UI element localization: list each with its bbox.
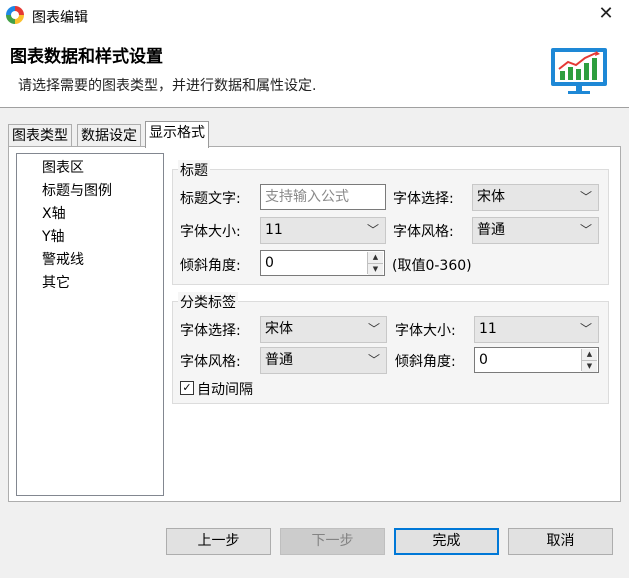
prev-step-button[interactable]: 上一步 — [166, 528, 271, 555]
title-font-style-select[interactable]: 普通 ﹀ — [472, 217, 599, 244]
auto-interval-label: 自动间隔 — [197, 382, 253, 398]
tab-chart-type[interactable]: 图表类型 — [8, 124, 72, 147]
cancel-button[interactable]: 取消 — [508, 528, 613, 555]
tilt-range-hint: (取值0-360) — [392, 258, 472, 274]
category-group-legend: 分类标签 — [178, 292, 238, 312]
category-tilt-value: 0 — [479, 352, 488, 368]
category-font-style-select[interactable]: 普通 ﹀ — [260, 347, 387, 374]
spin-up-icon[interactable]: ▲ — [368, 252, 383, 264]
auto-interval-checkbox[interactable]: ✓ — [180, 381, 194, 395]
spin-down-icon[interactable]: ▼ — [582, 361, 597, 372]
title-tilt-value: 0 — [265, 255, 274, 271]
category-font-size-select[interactable]: 11 ﹀ — [474, 316, 599, 343]
header-title: 图表数据和样式设置 — [10, 47, 163, 67]
monitor-chart-icon — [551, 48, 607, 94]
nav-item-warning-line[interactable]: 警戒线 — [42, 249, 84, 269]
title-font-size-value: 11 — [265, 222, 283, 238]
nav-item-y-axis[interactable]: Y轴 — [42, 226, 65, 246]
chevron-down-icon: ﹀ — [579, 322, 592, 336]
chevron-down-icon: ﹀ — [579, 190, 592, 204]
finish-button[interactable]: 完成 — [394, 528, 499, 555]
window-title: 图表编辑 — [32, 10, 88, 26]
title-text-label: 标题文字: — [180, 191, 241, 207]
category-font-size-value: 11 — [479, 321, 497, 337]
check-icon: ✓ — [182, 381, 192, 394]
title-tilt-label: 倾斜角度: — [180, 258, 241, 274]
category-font-select-value: 宋体 — [265, 321, 293, 337]
settings-nav-list — [16, 153, 164, 496]
category-tilt-spinner[interactable]: 0 ▲ ▼ — [474, 347, 599, 373]
spin-down-icon[interactable]: ▼ — [368, 264, 383, 275]
title-font-select[interactable]: 宋体 ﹀ — [472, 184, 599, 211]
category-font-size-label: 字体大小: — [395, 323, 456, 339]
category-font-style-value: 普通 — [265, 352, 293, 368]
header-description: 请选择需要的图表类型，并进行数据和属性设定. — [18, 78, 317, 94]
window-titlebar — [0, 0, 629, 32]
tab-data-settings[interactable]: 数据设定 — [77, 124, 141, 147]
tab-display-format[interactable]: 显示格式 — [145, 121, 209, 148]
nav-item-x-axis[interactable]: X轴 — [42, 203, 66, 223]
next-step-button[interactable]: 下一步 — [280, 528, 385, 555]
title-font-select-value: 宋体 — [477, 189, 505, 205]
chevron-down-icon: ﹀ — [366, 223, 379, 237]
chevron-down-icon: ﹀ — [579, 223, 592, 237]
category-font-select-label: 字体选择: — [180, 323, 241, 339]
chevron-down-icon: ﹀ — [367, 322, 380, 336]
title-text-placeholder: 支持输入公式 — [265, 189, 349, 205]
title-font-size-label: 字体大小: — [180, 224, 241, 240]
close-icon[interactable]: ✕ — [596, 4, 616, 24]
title-group-legend: 标题 — [178, 160, 210, 180]
spin-up-icon[interactable]: ▲ — [582, 349, 597, 361]
category-tilt-label: 倾斜角度: — [395, 354, 456, 370]
title-font-style-label: 字体风格: — [393, 224, 454, 240]
chevron-down-icon: ﹀ — [367, 353, 380, 367]
category-font-select[interactable]: 宋体 ﹀ — [260, 316, 387, 343]
category-font-style-label: 字体风格: — [180, 354, 241, 370]
title-tilt-spinner[interactable]: 0 ▲ ▼ — [260, 250, 385, 276]
title-font-style-value: 普通 — [477, 222, 505, 238]
nav-item-title-legend[interactable]: 标题与图例 — [42, 180, 112, 200]
title-font-select-label: 字体选择: — [393, 191, 454, 207]
nav-item-other[interactable]: 其它 — [42, 272, 70, 292]
title-font-size-select[interactable]: 11 ﹀ — [260, 217, 386, 244]
title-text-input[interactable]: 支持输入公式 — [260, 184, 386, 210]
nav-item-chart-area[interactable]: 图表区 — [42, 157, 84, 177]
app-logo-icon — [6, 6, 24, 24]
